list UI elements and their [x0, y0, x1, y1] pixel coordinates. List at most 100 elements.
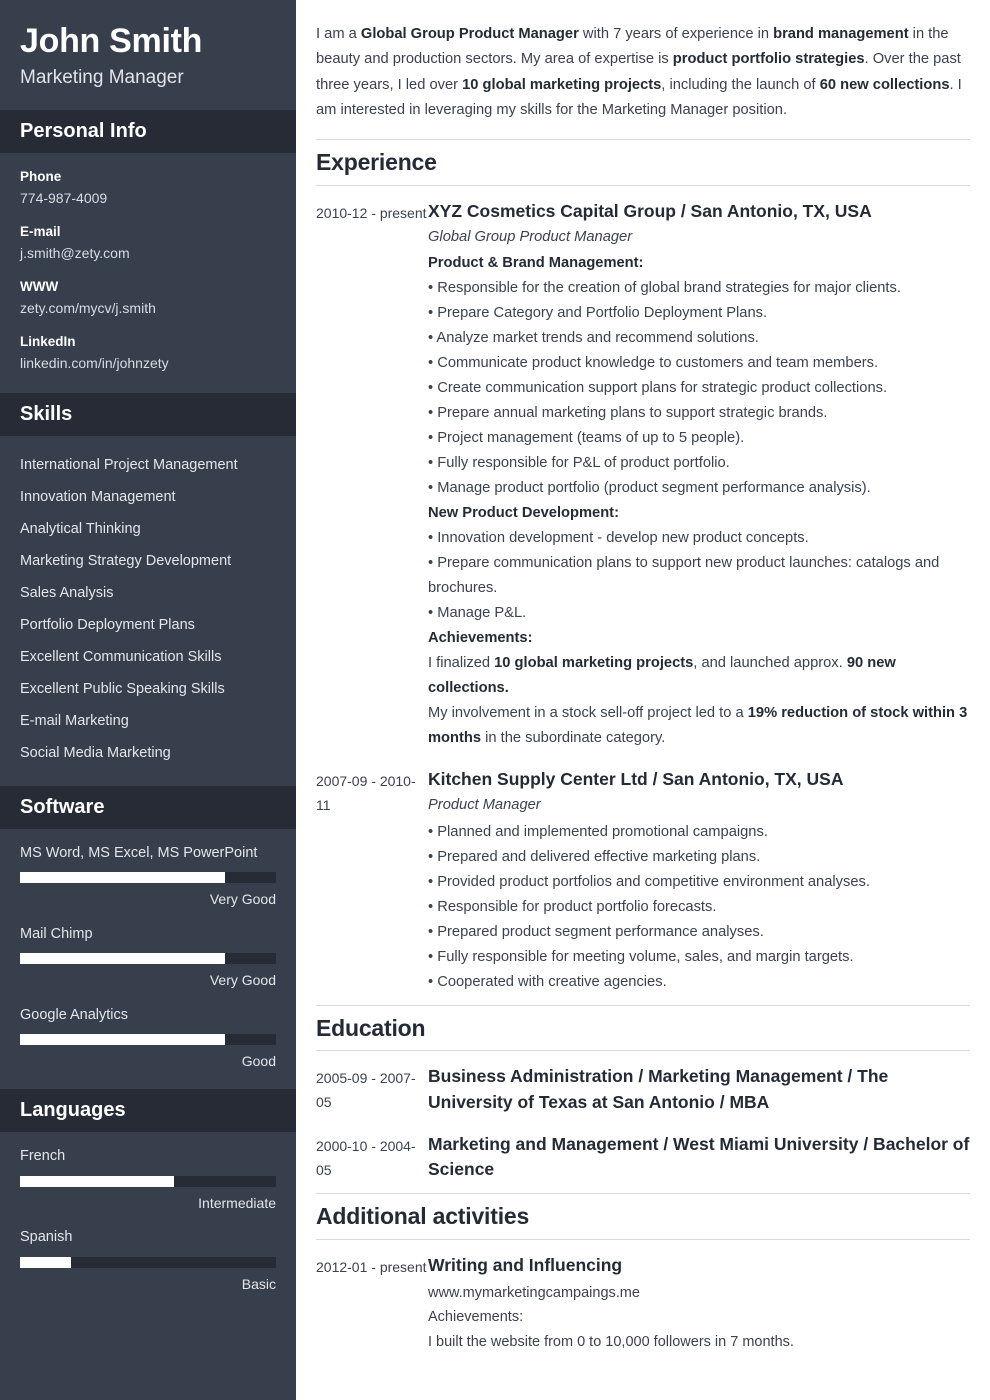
- contact-value: zety.com/mycv/j.smith: [20, 300, 156, 316]
- software-item: Google Analytics Good: [20, 1005, 276, 1072]
- entry-body: Marketing and Management / West Miami Un…: [428, 1132, 970, 1183]
- education-title: Business Administration / Marketing Mana…: [428, 1066, 889, 1112]
- education-heading: Education: [316, 1014, 426, 1041]
- rating-bar-fill: [20, 1256, 72, 1268]
- experience-entry: 2010-12 - present XYZ Cosmetics Capital G…: [316, 199, 970, 751]
- entry-bullet: • Prepare Category and Portfolio Deploym…: [428, 305, 768, 322]
- education-section-header: Education: [316, 1004, 970, 1052]
- rating-bar-fill: [20, 952, 225, 964]
- activity-title: Writing and Influencing: [428, 1254, 623, 1275]
- entry-paragraph: My involvement in a stock sell-off proje…: [428, 705, 968, 747]
- rating-bar-track: [20, 1033, 276, 1045]
- languages-list: French Intermediate Spanish Basic: [20, 1146, 276, 1294]
- entry-bullet: • Manage P&L.: [428, 605, 527, 622]
- skills-body: International Project Management Innovati…: [0, 436, 296, 786]
- entry-body: Kitchen Supply Center Ltd / San Antonio,…: [428, 767, 970, 995]
- additional-entries: 2012-01 - present Writing and Influencing…: [316, 1253, 970, 1354]
- activity-line: I built the website from 0 to 10,000 fol…: [428, 1333, 794, 1350]
- skill-item: E-mail Marketing: [20, 713, 129, 730]
- candidate-job-title: Marketing Manager: [20, 67, 184, 89]
- rating-bar-track: [20, 1175, 276, 1187]
- skill-item: International Project Management: [20, 457, 238, 474]
- rating-bar-track: [20, 872, 276, 884]
- rating-bar-fill: [20, 872, 225, 884]
- entry-organization: XYZ Cosmetics Capital Group / San Antoni…: [428, 200, 872, 221]
- education-entries: 2005-09 - 2007-05 Business Administration…: [316, 1064, 970, 1183]
- sidebar: John Smith Marketing Manager Personal In…: [0, 0, 296, 1400]
- entry-role: Global Group Product Manager: [428, 228, 633, 245]
- skill-item: Social Media Marketing: [20, 745, 171, 762]
- entry-bullet: • Responsible for the creation of global…: [428, 280, 901, 297]
- contact-item: LinkedIn linkedin.com/in/johnzety: [20, 332, 276, 375]
- entry-date: 2010-12 - present: [316, 204, 427, 221]
- skills-list: International Project Management Innovati…: [20, 450, 276, 770]
- entry-subheading: New Product Development:: [428, 505, 619, 522]
- additional-activities-section: Additional activities 2012-01 - present W…: [316, 1193, 970, 1354]
- rating-bar-track: [20, 952, 276, 964]
- entry-bullet: • Analyze market trends and recommend so…: [428, 330, 759, 347]
- skill-item: Sales Analysis: [20, 585, 114, 602]
- rate-item-name: Google Analytics: [20, 1006, 129, 1023]
- education-entry: 2000-10 - 2004-05 Marketing and Managemen…: [316, 1132, 970, 1183]
- skill-item: Marketing Strategy Development: [20, 553, 232, 570]
- software-list: MS Word, MS Excel, MS PowerPoint Very Goo…: [20, 843, 276, 1072]
- rate-item-name: Mail Chimp: [20, 925, 93, 942]
- entry-date: 2007-09 - 2010-11: [316, 773, 416, 814]
- entry-bullet: • Prepared product segment performance a…: [428, 923, 764, 940]
- professional-summary: I am a Global Group Product Manager with…: [316, 26, 962, 118]
- contact-value: 774-987-4009: [20, 190, 108, 207]
- contact-item: Phone 774-987-4009: [20, 167, 276, 210]
- entry-bullet: • Responsible for product portfolio fore…: [428, 898, 717, 915]
- rating-level-label: Basic: [241, 1275, 276, 1292]
- software-body: MS Word, MS Excel, MS PowerPoint Very Goo…: [0, 829, 296, 1090]
- entry-bullet: • Provided product portfolios and compet…: [428, 873, 870, 890]
- additional-section-header: Additional activities: [316, 1193, 970, 1240]
- education-entry: 2005-09 - 2007-05 Business Administration…: [316, 1064, 970, 1115]
- activity-entry: 2012-01 - present Writing and Influencing…: [316, 1253, 970, 1354]
- contact-item: WWW zety.com/mycv/j.smith: [20, 277, 276, 320]
- rate-item-name: French: [20, 1148, 66, 1165]
- activity-line: www.mymarketingcampaings.me: [428, 1285, 640, 1302]
- software-item: MS Word, MS Excel, MS PowerPoint Very Goo…: [20, 843, 276, 910]
- section-header-personal-info: Personal Info: [0, 109, 296, 153]
- education-section: Education 2005-09 - 2007-05 Business Admi…: [316, 1004, 970, 1183]
- skills-heading: Skills: [20, 402, 73, 425]
- contact-item: E-mail j.smith@zety.com: [20, 222, 276, 265]
- rating-level-label: Very Good: [209, 971, 276, 988]
- software-item: Mail Chimp Very Good: [20, 924, 276, 991]
- rating-level-label: Good: [241, 1052, 276, 1069]
- experience-entries: 2010-12 - present XYZ Cosmetics Capital G…: [316, 199, 970, 995]
- entry-date: 2012-01 - present: [316, 1258, 427, 1275]
- rating-bar-track: [20, 1256, 276, 1268]
- contact-value: j.smith@zety.com: [20, 245, 130, 262]
- entry-bullet: • Fully responsible for meeting volume, …: [428, 948, 854, 965]
- languages-body: French Intermediate Spanish Basic: [0, 1132, 296, 1312]
- entry-role: Product Manager: [428, 796, 541, 813]
- resume-page: John Smith Marketing Manager Personal In…: [0, 0, 990, 1400]
- experience-section: Experience 2010-12 - present XYZ Cosmetic…: [316, 139, 970, 994]
- contact-list: Phone 774-987-4009 E-mail j.smith@zety.com W…: [20, 167, 276, 375]
- activity-line: Achievements:: [428, 1309, 524, 1326]
- entry-bullet: • Project management (teams of up to 5 p…: [428, 430, 745, 447]
- section-header-software: Software: [0, 785, 296, 829]
- rating-level-label: Very Good: [209, 891, 276, 908]
- entry-subheading: Achievements:: [428, 630, 533, 647]
- experience-heading: Experience: [316, 149, 437, 176]
- contact-label: WWW: [20, 278, 59, 294]
- skill-item: Portfolio Deployment Plans: [20, 617, 195, 634]
- rating-level-label: Intermediate: [198, 1194, 276, 1211]
- section-header-skills: Skills: [0, 392, 296, 436]
- entry-bullet: • Manage product portfolio (product segm…: [428, 480, 871, 497]
- contact-value: linkedin.com/in/johnzety: [20, 354, 169, 371]
- entry-date: 2000-10 - 2004-05: [316, 1137, 416, 1178]
- skill-item: Excellent Public Speaking Skills: [20, 681, 225, 698]
- skill-item: Analytical Thinking: [20, 521, 141, 538]
- rating-bar-fill: [20, 1175, 174, 1187]
- entry-bullet: • Fully responsible for P&L of product p…: [428, 455, 730, 472]
- personal-info-heading: Personal Info: [20, 119, 147, 142]
- languages-heading: Languages: [20, 1099, 126, 1122]
- contact-label: E-mail: [20, 223, 61, 239]
- personal-info-body: Phone 774-987-4009 E-mail j.smith@zety.com W…: [0, 153, 296, 393]
- rate-item-name: Spanish: [20, 1229, 73, 1246]
- entry-body: XYZ Cosmetics Capital Group / San Antoni…: [428, 199, 970, 751]
